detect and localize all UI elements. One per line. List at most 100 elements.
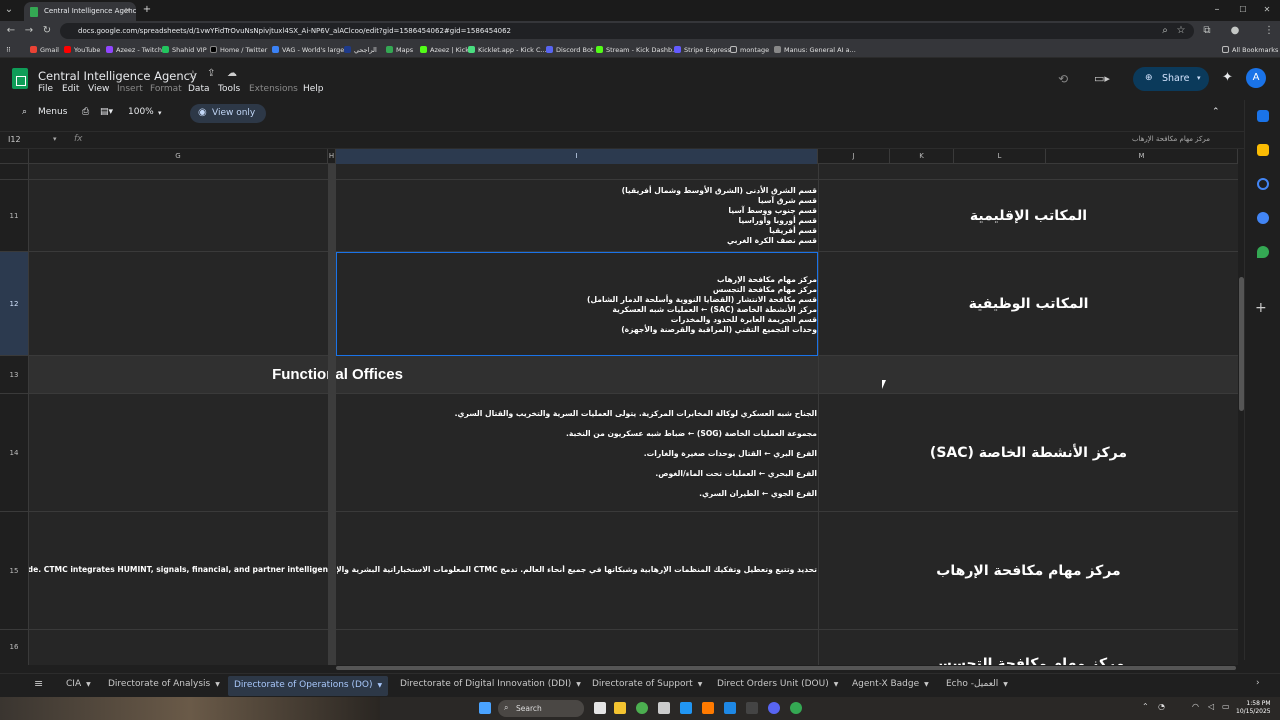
table-row[interactable]: قسم الشرق الأدنى (الشرق الأوسط وشمال أفر… <box>29 180 1238 252</box>
corner-cell[interactable] <box>0 149 29 164</box>
app-icon-2[interactable] <box>702 702 714 714</box>
menu-data[interactable]: Data <box>188 84 210 94</box>
back-icon[interactable]: ← <box>4 23 18 39</box>
bookmark-star-icon[interactable]: ☆ <box>1174 23 1188 39</box>
tab-analysis[interactable]: Directorate of Analysis ▼ <box>108 679 220 689</box>
col-header-j[interactable]: J <box>818 149 890 164</box>
menu-format[interactable]: Format <box>150 84 182 94</box>
bookmark-stream[interactable]: Stream - Kick Dashb... <box>596 44 678 56</box>
spreadsheet-grid[interactable]: G H I J K L M 11 قسم الشرق الأدنى (الشرق… <box>0 149 1238 665</box>
close-tab-icon[interactable]: ✕ <box>124 6 131 15</box>
zoom-dropdown-icon[interactable]: ▾ <box>158 109 162 117</box>
close-window-icon[interactable]: ✕ <box>1260 2 1274 18</box>
new-tab-icon[interactable]: + <box>140 2 154 18</box>
horizontal-scroll-thumb[interactable] <box>336 666 1236 670</box>
col-header-i[interactable]: I <box>336 149 818 164</box>
history-icon[interactable]: ⟲ <box>1058 72 1068 86</box>
chrome-icon[interactable] <box>636 702 648 714</box>
tray-chevron-icon[interactable]: ⌃ <box>1142 702 1149 711</box>
menu-extensions[interactable]: Extensions <box>249 84 298 94</box>
all-bookmarks[interactable]: All Bookmarks <box>1222 44 1278 56</box>
document-title[interactable]: Central Intelligence Agency <box>38 69 197 83</box>
bookmark-stripe[interactable]: Stripe Express <box>674 44 731 56</box>
bookmark-maps[interactable]: Maps <box>386 44 413 56</box>
menu-file[interactable]: File <box>38 84 53 94</box>
browser-tab[interactable]: Central Intelligence Agency - G ✕ <box>24 2 136 21</box>
vertical-scrollbar[interactable] <box>1239 165 1244 665</box>
search-menus-icon[interactable]: ⌕ <box>22 107 27 117</box>
table-row[interactable]: الجناح شبه العسكري لوكالة المخابرات المر… <box>29 394 1238 512</box>
discord-icon[interactable] <box>768 702 780 714</box>
taskbar-search[interactable]: ⌕ Search <box>498 700 584 717</box>
maximize-icon[interactable]: ☐ <box>1236 2 1250 18</box>
bookmark-kicklet[interactable]: Kicklet.app - Kick C... <box>468 44 547 56</box>
row-header-13[interactable]: 13 <box>0 356 29 394</box>
avatar[interactable]: A <box>1246 68 1266 88</box>
menu-insert[interactable]: Insert <box>117 84 143 94</box>
col-header-g[interactable]: G <box>29 149 328 164</box>
menu-help[interactable]: Help <box>303 84 324 94</box>
gemini-icon[interactable]: ✦ <box>1222 70 1233 85</box>
formula-input[interactable]: مركز مهام مكافحة الإرهاب <box>1000 135 1210 143</box>
horizontal-scrollbar[interactable] <box>336 665 1238 671</box>
store-icon[interactable] <box>658 702 670 714</box>
profile-icon[interactable]: ● <box>1228 23 1242 39</box>
bookmark-youtube[interactable]: YouTube <box>64 44 100 56</box>
cell-j11[interactable]: المكاتب الإقليمية <box>818 180 1238 251</box>
task-view-icon[interactable] <box>594 702 606 714</box>
contacts-icon[interactable] <box>1257 212 1269 224</box>
tab-search-icon[interactable]: ⌄ <box>2 2 16 18</box>
col-header-m[interactable]: M <box>1046 149 1238 164</box>
windows-start-icon[interactable] <box>479 702 491 714</box>
col-header-k[interactable]: K <box>890 149 954 164</box>
extensions-icon[interactable]: ⧉ <box>1200 23 1214 39</box>
meet-icon[interactable]: ▭▸ <box>1094 72 1110 85</box>
share-dropdown-icon[interactable]: ▾ <box>1197 74 1201 82</box>
cell-i14[interactable]: الجناح شبه العسكري لوكالة المخابرات المر… <box>337 404 818 504</box>
cell-g15[interactable]: works worldwide. CTMC integrates HUMINT,… <box>29 565 328 577</box>
minimize-icon[interactable]: – <box>1210 2 1224 18</box>
url-field[interactable]: docs.google.com/spreadsheets/d/1vwYFidTr… <box>60 23 1194 39</box>
bookmark-twitter[interactable]: Home / Twitter <box>210 44 267 56</box>
menus-search[interactable]: Menus <box>38 107 67 117</box>
row-header-11[interactable]: 11 <box>0 180 29 252</box>
partial-row[interactable] <box>29 164 1238 180</box>
col-header-l[interactable]: L <box>954 149 1046 164</box>
paint-format-icon[interactable]: ▤▾ <box>100 107 113 117</box>
zoom-select[interactable]: 100% <box>128 107 154 117</box>
all-sheets-icon[interactable]: ≡ <box>34 677 43 690</box>
row-header-12[interactable]: 12 <box>0 252 29 356</box>
tab-digital-innovation[interactable]: Directorate of Digital Innovation (DDI) ▼ <box>400 679 581 689</box>
calendar-icon[interactable] <box>1257 110 1269 122</box>
tab-support[interactable]: Directorate of Support ▼ <box>592 679 702 689</box>
view-only-button[interactable]: ◉ View only <box>190 104 266 123</box>
col-header-h[interactable]: H <box>328 149 336 164</box>
bookmark-montage[interactable]: montage <box>730 44 769 56</box>
battery-icon[interactable]: ▭ <box>1222 702 1230 711</box>
row-header-15[interactable]: 15 <box>0 512 29 630</box>
cell-j12[interactable]: المكاتب الوظيفية <box>818 252 1238 355</box>
bookmark-twitch[interactable]: Azeez - Twitch <box>106 44 162 56</box>
taskbar-clock[interactable]: 1:58 PM 10/15/2025 <box>1236 700 1271 716</box>
cell-j15[interactable]: مركز مهام مكافحة الإرهاب <box>818 512 1238 629</box>
chrome-menu-icon[interactable]: ⋮ <box>1262 23 1276 39</box>
bookmark-discord[interactable]: Discord Bot <box>546 44 593 56</box>
volume-icon[interactable]: ◁ <box>1208 702 1214 711</box>
menu-edit[interactable]: Edit <box>62 84 79 94</box>
zoom-icon[interactable]: ⌕ <box>1158 23 1172 39</box>
tasks-icon[interactable] <box>1257 178 1269 190</box>
app-icon[interactable] <box>680 702 692 714</box>
tab-echo[interactable]: Echo -العميل ▼ <box>946 679 1008 689</box>
bookmark-gmail[interactable]: Gmail <box>30 44 59 56</box>
menu-tools[interactable]: Tools <box>218 84 240 94</box>
forward-icon[interactable]: → <box>22 23 36 39</box>
name-box[interactable]: I12 <box>8 135 21 144</box>
scroll-tabs-icon[interactable]: › <box>1256 678 1260 688</box>
maps-icon[interactable] <box>1257 246 1269 258</box>
star-icon[interactable]: ☆ <box>188 68 198 81</box>
collapse-toolbar-icon[interactable]: ⌃ <box>1212 107 1220 117</box>
row-header-partial[interactable] <box>0 164 29 180</box>
sheets-logo-icon[interactable] <box>12 68 28 89</box>
bookmark-alrajhi[interactable]: الراجحي <box>344 44 377 56</box>
table-row[interactable]: works worldwide. CTMC integrates HUMINT,… <box>29 512 1238 630</box>
